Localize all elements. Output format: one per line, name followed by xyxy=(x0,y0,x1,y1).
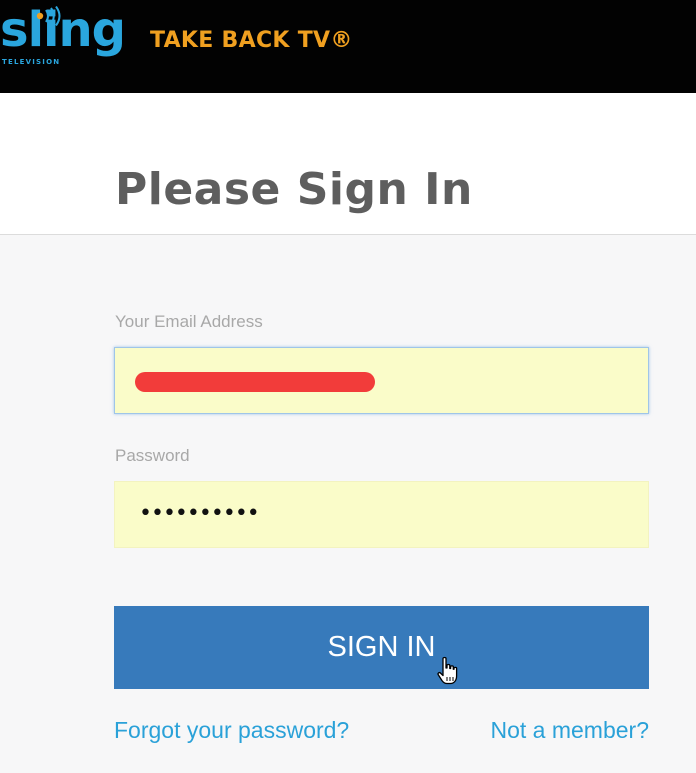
not-a-member-link[interactable]: Not a member? xyxy=(490,717,649,744)
tagline: TAKE BACK TV® xyxy=(150,28,353,53)
forgot-password-link[interactable]: Forgot your password? xyxy=(114,717,349,744)
title-band: Please Sign In xyxy=(0,93,696,235)
logo-subtext: TELEVISION xyxy=(2,58,61,66)
sign-in-button[interactable]: SIGN IN xyxy=(114,606,649,689)
password-mask: •••••••••• xyxy=(139,501,260,526)
password-label: Password xyxy=(115,446,190,465)
password-field[interactable]: •••••••••• xyxy=(114,481,649,548)
sign-in-button-label: SIGN IN xyxy=(327,631,436,663)
email-label: Your Email Address xyxy=(115,312,263,331)
hand-pointer-icon xyxy=(437,656,458,685)
sling-logo[interactable]: sling TELEVISION xyxy=(0,0,126,93)
page-title: Please Sign In xyxy=(115,164,473,215)
signal-waves-icon xyxy=(36,6,61,26)
email-redaction-mark xyxy=(135,372,375,392)
email-field[interactable] xyxy=(114,347,649,414)
top-header: sling TELEVISION TAKE BACK TV® xyxy=(0,0,696,93)
